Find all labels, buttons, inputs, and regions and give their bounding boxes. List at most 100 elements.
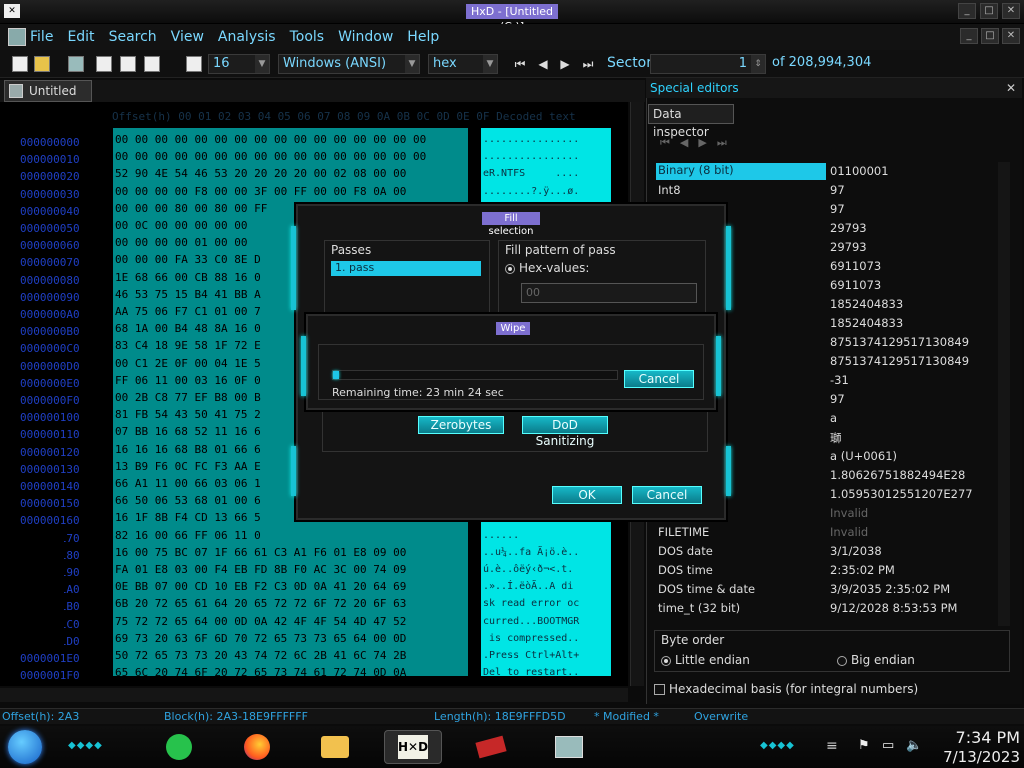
prev-sector-icon[interactable]: ◀ — [535, 54, 551, 74]
zerobytes-button[interactable]: Zerobytes — [418, 416, 504, 434]
tab-untitled-c[interactable]: Untitled (C:) — [4, 80, 92, 118]
app-icon[interactable]: ✕ — [4, 4, 20, 18]
neon-decoration — [726, 226, 731, 310]
next-icon[interactable]: ▶ — [698, 136, 716, 149]
network-icon[interactable]: ▭ — [882, 738, 894, 753]
decoded-row: .»..Í.ëòÃ..A di — [483, 581, 574, 593]
inspector-value: 2:35:02 PM — [830, 563, 895, 577]
inspector-row[interactable]: Binary (8 bit) 01100001 — [652, 162, 998, 181]
pass-list-item[interactable]: 1. pass — [331, 261, 481, 276]
taskbar-app-explorer[interactable] — [306, 730, 364, 764]
mdi-close-button[interactable]: ✕ — [1002, 28, 1020, 44]
start-button[interactable] — [8, 730, 42, 764]
close-button[interactable]: ✕ — [1002, 3, 1020, 19]
offset-cell: 0000000D0 — [20, 359, 80, 373]
save-icon[interactable] — [68, 56, 84, 72]
last-icon[interactable]: ⏭ — [717, 136, 737, 149]
menu-tools[interactable]: Tools — [290, 29, 325, 45]
menu-bar: File Edit Search View Analysis Tools Win… — [0, 24, 1024, 50]
decoded-row: ú.è..ôëý‹ð¬<.t. — [483, 564, 574, 576]
minimize-button[interactable]: _ — [958, 3, 976, 19]
decoded-row: curred...BOOTMGR — [483, 615, 580, 627]
ok-button[interactable]: OK — [552, 486, 622, 504]
inspector-scrollbar[interactable] — [998, 162, 1010, 626]
byte-order-group: Byte order Little endian Big endian — [654, 630, 1010, 672]
close-icon[interactable]: ✕ — [1006, 78, 1016, 98]
inspector-value: -31 — [830, 373, 849, 387]
bytes-per-row-select[interactable]: 16 ▼ — [208, 54, 270, 74]
menu-lines-icon[interactable]: ≡ — [826, 738, 838, 754]
offset-cell: 000000040 — [20, 204, 80, 218]
decoded-row: is compressed.. — [483, 632, 580, 644]
taskbar-app-firefox[interactable] — [228, 730, 286, 764]
menu-file[interactable]: File — [30, 29, 53, 45]
offset-cell: 000000080 — [20, 273, 80, 287]
first-icon[interactable]: ⏮ — [660, 136, 680, 149]
hex-basis-checkbox[interactable]: Hexadecimal basis (for integral numbers) — [654, 682, 918, 696]
offset-cell: 0000000B0 — [20, 325, 80, 339]
volume-icon[interactable]: 🔈 — [906, 738, 922, 753]
menu-search[interactable]: Search — [109, 29, 157, 45]
mdi-restore-button[interactable]: □ — [981, 28, 999, 44]
menu-analysis[interactable]: Analysis — [218, 29, 276, 45]
offset-cell: 000000130 — [20, 462, 80, 476]
hex-values-input[interactable]: 00 — [521, 283, 697, 303]
base-select[interactable]: hex ▼ — [428, 54, 498, 74]
wipe-cancel-button[interactable]: Cancel — [624, 370, 694, 388]
charset-select[interactable]: Windows (ANSI) ▼ — [278, 54, 420, 74]
decoded-row: ................ — [483, 151, 580, 163]
mdi-minimize-button[interactable]: _ — [960, 28, 978, 44]
last-sector-icon[interactable]: ⏭ — [580, 54, 596, 74]
status-length: Length(h): 18E9FFFD5D — [434, 710, 566, 723]
hex-values-radio[interactable]: Hex-values: — [505, 261, 589, 275]
ram-icon[interactable] — [96, 56, 112, 72]
disk-icon[interactable] — [120, 56, 136, 72]
open-folder-icon[interactable] — [34, 56, 50, 72]
inspector-value: 6911073 — [830, 259, 882, 273]
offset-cell: 000000070 — [20, 256, 80, 270]
dod-sanitizing-button[interactable]: DoD Sanitizing — [522, 416, 608, 448]
prev-icon[interactable]: ◀ — [680, 136, 698, 149]
maximize-button[interactable]: □ — [980, 3, 998, 19]
inspector-row[interactable]: DOS time 2:35:02 PM — [652, 561, 998, 580]
file-copy-icon[interactable] — [144, 56, 160, 72]
menu-edit[interactable]: Edit — [67, 29, 94, 45]
inspector-row[interactable]: time_t (32 bit) 9/12/2028 8:53:53 PM — [652, 599, 998, 618]
taskbar-app-monitor[interactable] — [540, 730, 598, 764]
editor-horizontal-scrollbar[interactable] — [0, 688, 628, 702]
new-file-icon[interactable] — [12, 56, 28, 72]
next-sector-icon[interactable]: ▶ — [557, 54, 573, 74]
sector-input[interactable]: 1 ⇕ — [650, 54, 766, 74]
first-sector-icon[interactable]: ⏮ — [512, 54, 528, 74]
inspector-key: DOS time — [658, 563, 713, 577]
status-modified: * Modified * — [594, 710, 659, 723]
flag-icon[interactable]: ⚑ — [858, 738, 870, 753]
menu-window[interactable]: Window — [338, 29, 393, 45]
inspector-row[interactable]: Int8 97 — [652, 181, 998, 200]
offset-cell: 000000060 — [20, 239, 80, 253]
cancel-button[interactable]: Cancel — [632, 486, 702, 504]
decoded-row: ................ — [483, 134, 580, 145]
inspector-row[interactable]: DOS date 3/1/2038 — [652, 542, 998, 561]
spinner-icon[interactable]: ⇕ — [751, 55, 765, 73]
big-endian-radio[interactable]: Big endian — [837, 653, 915, 667]
taskbar: ◆◆◆◆ H✕D ◆◆◆◆ ≡ ⚑ ▭ 🔈 7:34 PM 7/13/2023 — [0, 726, 1024, 768]
taskbar-app-sheets[interactable] — [150, 730, 208, 764]
sector-label: Sector — [607, 55, 653, 71]
little-endian-radio[interactable]: Little endian — [661, 653, 750, 667]
menu-view[interactable]: View — [171, 29, 204, 45]
inspector-value: 1852404833 — [830, 316, 904, 330]
inspector-key: Int8 — [658, 183, 681, 197]
taskbar-app-hxd[interactable]: H✕D — [384, 730, 442, 764]
inspector-row[interactable]: DOS time & date 3/9/2035 2:35:02 PM — [652, 580, 998, 599]
clock-date[interactable]: 7/13/2023 — [930, 748, 1020, 766]
tab-data-inspector[interactable]: Data inspector — [648, 104, 734, 139]
taskbar-app-tool[interactable] — [462, 730, 520, 764]
document-menu-icon[interactable] — [8, 28, 26, 46]
menu-help[interactable]: Help — [407, 29, 439, 45]
inspector-row[interactable]: FILETIME Invalid — [652, 523, 998, 542]
inspector-value: 3/9/2035 2:35:02 PM — [830, 582, 951, 596]
radio-checked-icon — [661, 655, 671, 666]
clock-time[interactable]: 7:34 PM — [938, 728, 1020, 747]
view-toggle-icon[interactable] — [186, 56, 202, 72]
